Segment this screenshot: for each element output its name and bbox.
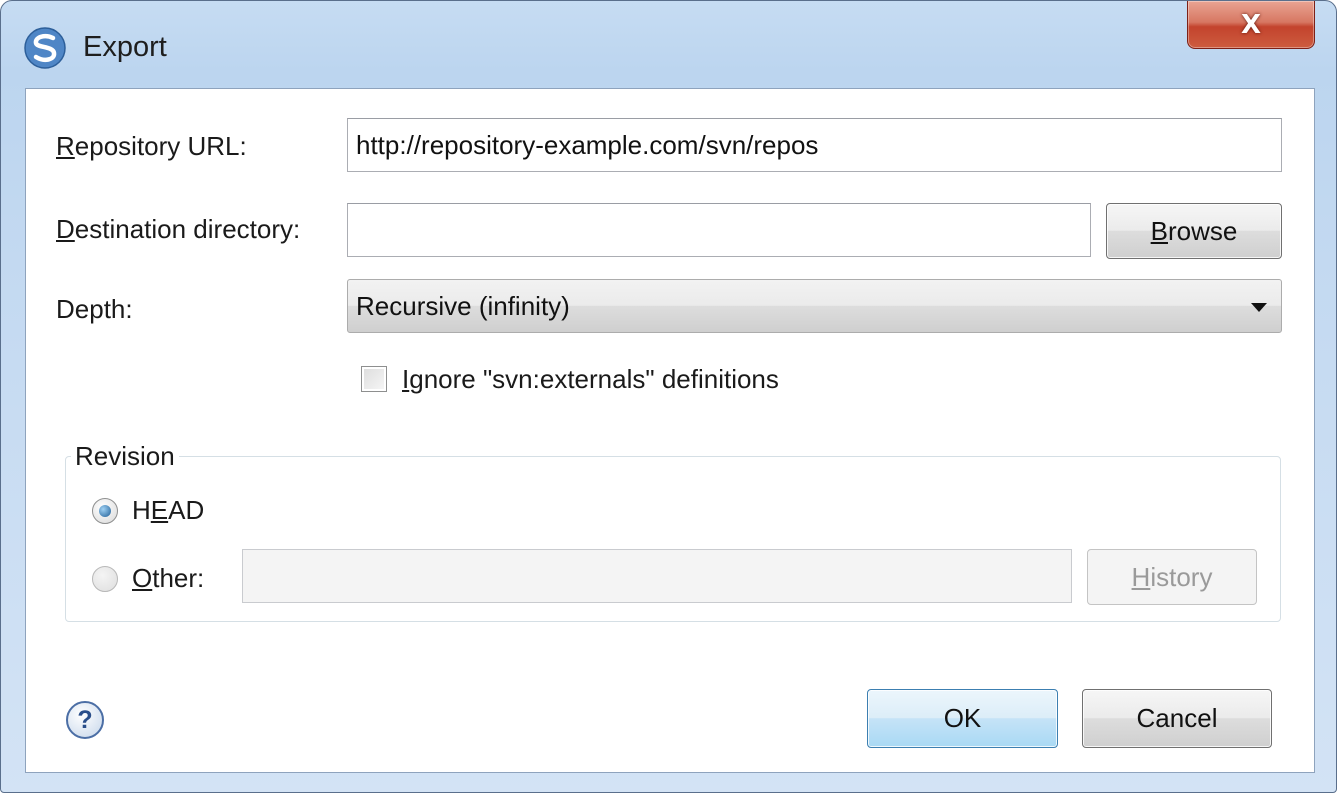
cancel-button[interactable]: Cancel: [1082, 689, 1272, 748]
other-radio[interactable]: [92, 566, 118, 592]
window-title: Export: [83, 31, 167, 63]
destination-directory-label: Destination directory:: [56, 214, 301, 244]
ok-button[interactable]: OK: [867, 689, 1058, 748]
depth-select[interactable]: Recursive (infinity): [347, 279, 1282, 333]
export-dialog: Export X Repository URL: http://reposito…: [0, 0, 1337, 793]
ignore-externals-checkbox[interactable]: [361, 366, 387, 392]
destination-directory-input[interactable]: [347, 203, 1091, 257]
head-radio-label[interactable]: HEAD: [132, 495, 204, 526]
history-button-label: History: [1131, 561, 1213, 592]
history-button[interactable]: History: [1087, 549, 1257, 605]
ok-button-label: OK: [943, 703, 982, 733]
help-icon[interactable]: ?: [66, 701, 104, 739]
depth-label: Depth:: [56, 294, 133, 324]
close-button[interactable]: X: [1187, 1, 1315, 49]
chevron-down-icon: [1251, 303, 1267, 312]
svn-logo-icon: [24, 27, 66, 69]
close-icon: X: [1240, 9, 1262, 40]
other-revision-input[interactable]: [242, 549, 1072, 603]
browse-button[interactable]: Browse: [1106, 203, 1282, 259]
head-radio[interactable]: [92, 498, 118, 524]
cancel-button-label: Cancel: [1136, 703, 1218, 733]
revision-group-title: Revision: [71, 441, 179, 472]
dialog-content: Repository URL: http://repository-exampl…: [25, 88, 1315, 773]
repository-url-label: Repository URL:: [56, 131, 247, 161]
repository-url-input[interactable]: http://repository-example.com/svn/repos: [347, 118, 1282, 172]
ignore-externals-label[interactable]: Ignore "svn:externals" definitions: [402, 364, 779, 395]
other-radio-label[interactable]: Other:: [132, 563, 204, 594]
depth-selected-value: Recursive (infinity): [356, 290, 570, 321]
browse-button-label: Browse: [1150, 215, 1238, 246]
